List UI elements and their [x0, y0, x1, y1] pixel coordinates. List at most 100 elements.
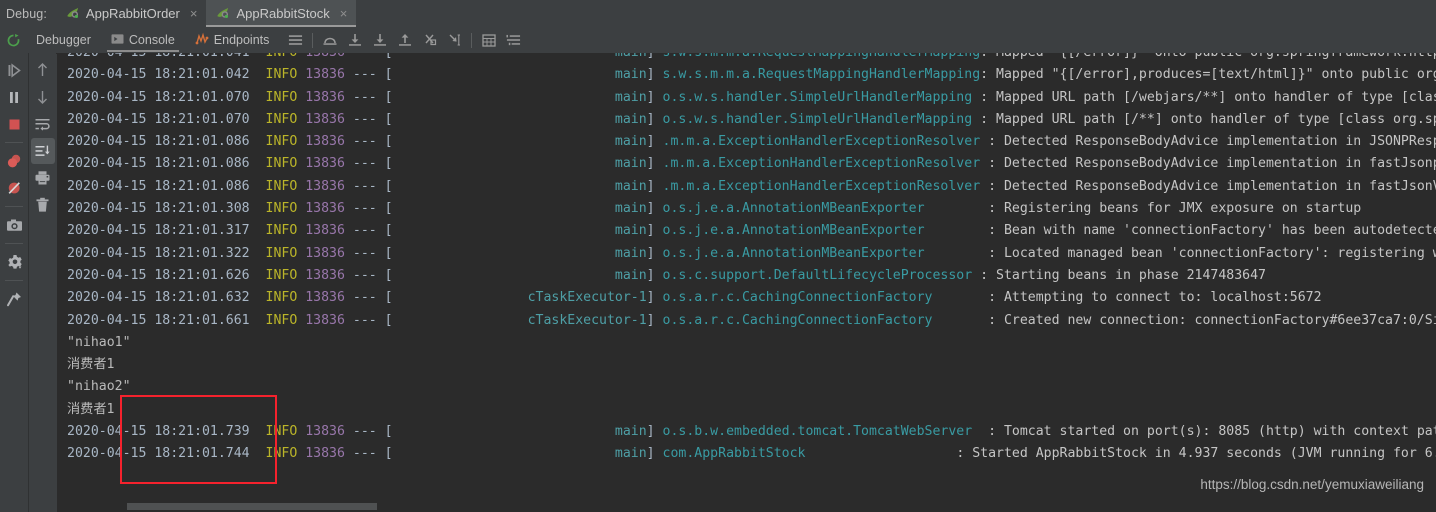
log-logger: o.s.w.s.handler.SimpleUrlHandlerMapping [662, 89, 973, 105]
tab-endpoints[interactable]: Endpoints [185, 27, 280, 53]
pause-program-icon[interactable] [2, 84, 26, 110]
resume-program-icon[interactable] [2, 57, 26, 83]
stop-program-icon[interactable] [2, 111, 26, 137]
mute-breakpoints-icon[interactable] [2, 175, 26, 201]
log-thread: cTaskExecutor-1 [527, 290, 647, 306]
step-into-icon[interactable] [342, 28, 367, 52]
rerun-icon[interactable] [0, 33, 26, 48]
log-message: : Mapped URL path [/webjars/**] onto han… [980, 89, 1436, 105]
tab-app-rabbit-order[interactable]: AppRabbitOrder × [56, 0, 207, 27]
log-level: INFO [265, 89, 298, 105]
log-pid: 13836 [305, 312, 345, 328]
evaluate-expression-icon[interactable] [476, 28, 501, 52]
log-logger: o.s.j.e.a.AnnotationMBeanExporter [662, 201, 925, 217]
tab-endpoints-label: Endpoints [213, 33, 270, 47]
step-over-icon[interactable] [317, 28, 342, 52]
log-level: INFO [266, 53, 298, 60]
view-breakpoints-icon[interactable] [2, 148, 26, 174]
console-log-line: 2020-04-15 18:21:01.739 INFO 13836 --- [… [57, 421, 1436, 443]
console-log-line: 2020-04-15 18:21:01.086 INFO 13836 --- [… [57, 153, 1436, 175]
log-message: : Detected ResponseBodyAdvice implementa… [988, 156, 1436, 172]
tab-title: AppRabbitOrder [85, 6, 180, 21]
log-logger: o.s.a.r.c.CachingConnectionFactory [662, 290, 933, 306]
log-timestamp: 2020-04-15 18:21:01.744 [67, 446, 250, 462]
log-timestamp: 2020-04-15 18:21:01.070 [67, 111, 250, 127]
clear-all-icon[interactable] [31, 192, 55, 218]
log-logger: .m.m.a.ExceptionHandlerExceptionResolver [662, 134, 981, 150]
log-level: INFO [265, 111, 298, 127]
console-output-text: "nihao1" [67, 334, 131, 350]
log-pid: 13836 [305, 89, 345, 105]
console-log-line: 2020-04-15 18:21:01.042 INFO 13836 --- [… [57, 64, 1436, 86]
log-message: : Mapped "{[/error]}" onto public org.sp… [980, 53, 1436, 60]
scroll-down-icon[interactable] [31, 84, 55, 110]
settings-gear-icon[interactable] [2, 249, 26, 275]
close-icon[interactable]: × [340, 7, 348, 20]
log-thread: main [615, 53, 647, 60]
log-timestamp: 2020-04-15 18:21:01.086 [67, 156, 250, 172]
log-timestamp: 2020-04-15 18:21:01.661 [67, 312, 250, 328]
menu-icon[interactable] [283, 28, 308, 52]
toolbar-separator [471, 32, 473, 48]
log-pid: 13836 [305, 67, 345, 83]
layout-icon[interactable] [501, 28, 526, 52]
log-pid: 13836 [305, 223, 345, 239]
log-thread: main [614, 446, 647, 462]
log-level: INFO [265, 245, 298, 261]
tab-console[interactable]: Console [101, 27, 185, 53]
log-thread: cTaskExecutor-1 [527, 312, 647, 328]
run-to-cursor-icon[interactable] [442, 28, 467, 52]
console-output-text: 消费者1 [67, 357, 115, 373]
log-message: : Created new connection: connectionFact… [988, 312, 1436, 328]
console-log-line: 2020-04-15 18:21:01.086 INFO 13836 --- [… [57, 131, 1436, 153]
log-thread: main [614, 201, 647, 217]
divider [5, 243, 23, 244]
horizontal-scrollbar-thumb[interactable] [127, 503, 377, 510]
log-pid: 13836 [305, 178, 345, 194]
log-message: : Attempting to connect to: localhost:56… [932, 290, 1322, 306]
log-level: INFO [265, 134, 298, 150]
tab-debugger[interactable]: Debugger [26, 27, 101, 53]
watermark: https://blog.csdn.net/yemuxiaweiliang [1200, 477, 1424, 492]
log-pid: 13836 [305, 424, 345, 440]
log-pid: 13836 [305, 446, 345, 462]
horizontal-scrollbar[interactable] [114, 500, 1436, 512]
console-output-panel[interactable]: 2020-04-15 18:21:01.041 INFO 13836 --- [… [57, 53, 1436, 512]
console-log-line: 2020-04-15 18:21:01.626 INFO 13836 --- [… [67, 267, 1266, 283]
log-message: : Started AppRabbitStock in 4.937 second… [805, 446, 1436, 462]
camera-snapshot-icon[interactable] [2, 212, 26, 238]
log-pid: 13836 [305, 53, 345, 60]
soft-wrap-icon[interactable] [31, 111, 55, 137]
console-output-text: 消费者1 [67, 401, 115, 417]
scroll-up-icon[interactable] [31, 57, 55, 83]
log-pid: 13836 [305, 201, 345, 217]
log-thread: main [614, 67, 647, 83]
log-message: : Bean with name 'connectionFactory' has… [988, 223, 1436, 239]
console-log-line: 2020-04-15 18:21:01.041 INFO 13836 --- [… [57, 53, 1436, 64]
log-level: INFO [265, 67, 298, 83]
drop-frame-icon[interactable] [417, 28, 442, 52]
console-log-line: 2020-04-15 18:21:01.322 INFO 13836 --- [… [57, 243, 1436, 265]
log-level: INFO [265, 312, 298, 328]
console-log-line: 2020-04-15 18:21:01.070 INFO 13836 --- [… [57, 87, 1436, 109]
endpoints-icon [195, 32, 209, 48]
log-timestamp: 2020-04-15 18:21:01.042 [67, 67, 250, 83]
print-icon[interactable] [31, 165, 55, 191]
log-message: : Mapped "{[/error],produces=[text/html]… [980, 67, 1436, 83]
close-icon[interactable]: × [190, 7, 198, 20]
divider [5, 142, 23, 143]
console-log-line: 2020-04-15 18:21:01.308 INFO 13836 --- [… [67, 201, 1362, 217]
log-message: : Tomcat started on port(s): 8085 (http)… [972, 424, 1436, 440]
log-level: INFO [265, 201, 298, 217]
tab-app-rabbit-stock[interactable]: AppRabbitStock × [206, 0, 357, 27]
log-thread: main [614, 89, 647, 105]
console-log-line: 2020-04-15 18:21:01.661 INFO 13836 --- [… [57, 310, 1436, 332]
scroll-to-end-icon[interactable] [30, 138, 55, 164]
pin-tab-icon[interactable] [2, 286, 26, 312]
console-log-line: 2020-04-15 18:21:01.632 INFO 13836 --- [… [67, 290, 1322, 306]
step-out-icon[interactable] [392, 28, 417, 52]
force-step-into-icon[interactable] [367, 28, 392, 52]
spring-leaf-icon [215, 6, 230, 21]
log-pid: 13836 [305, 156, 345, 172]
log-pid: 13836 [305, 111, 345, 127]
